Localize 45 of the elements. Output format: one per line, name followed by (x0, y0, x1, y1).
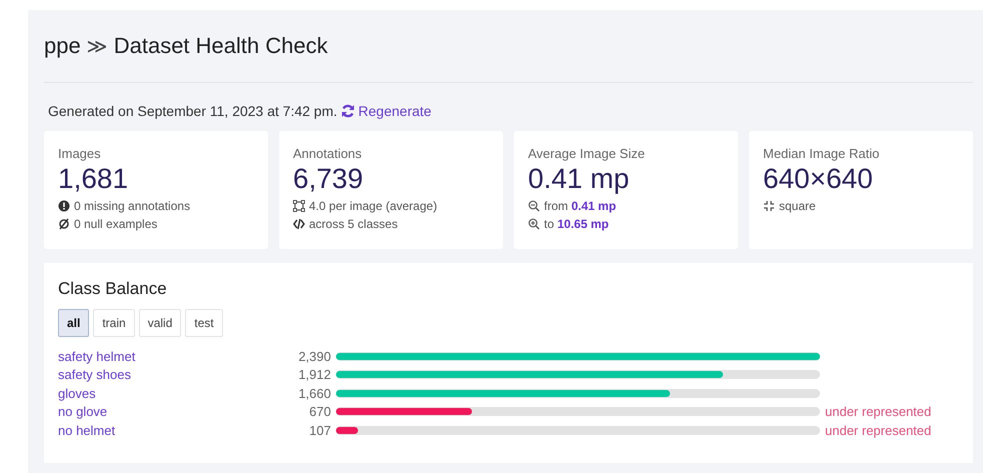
empty-set-icon (58, 218, 70, 230)
generated-text: Generated on September 11, 2023 at 7:42 pm. (48, 103, 338, 119)
stat-detail: 0 null examples (74, 216, 158, 233)
split-tab[interactable]: all (58, 309, 90, 337)
stat-label: Images (58, 146, 102, 161)
breadcrumb-separator: ≫ (86, 34, 108, 58)
class-count: 1,660 (297, 386, 331, 401)
split-tab[interactable]: train (93, 309, 135, 337)
refresh-icon (341, 104, 356, 118)
warning-text: under represented (825, 422, 932, 438)
zoom-out-icon (528, 200, 540, 212)
section-title: Class Balance (58, 279, 168, 299)
class-link[interactable]: gloves (58, 386, 288, 401)
stat-detail: 0 missing annotations (74, 198, 190, 215)
stat-detail: 4.0 per image (average) (309, 198, 438, 215)
class-count: 1,912 (297, 367, 331, 382)
stat-detail: across 5 classes (309, 216, 398, 233)
stat-detail: square (779, 198, 816, 215)
shrink-icon (763, 200, 775, 212)
split-tab[interactable]: test (185, 309, 223, 337)
class-link[interactable]: safety shoes (58, 367, 288, 382)
class-link[interactable]: no glove (58, 404, 288, 420)
stat-value: 6,739 (293, 163, 364, 195)
stat-label: Annotations (293, 146, 363, 161)
stat-value: 0.41 mp (528, 163, 630, 195)
page-title: Dataset Health Check (114, 33, 328, 59)
code-icon (293, 218, 305, 230)
class-link[interactable]: no helmet (58, 422, 288, 438)
regenerate-link[interactable]: Regenerate (341, 103, 432, 119)
class-count: 107 (308, 422, 331, 438)
split-tab[interactable]: valid (138, 309, 182, 337)
stat-detail: to 10.65 mp (544, 216, 609, 233)
class-link[interactable]: safety helmet (58, 348, 288, 364)
zoom-in-icon (528, 218, 540, 230)
class-count: 2,390 (297, 348, 331, 364)
stat-value: 1,681 (58, 163, 130, 195)
stat-label: Average Image Size (528, 146, 646, 161)
warning-text: under represented (825, 404, 932, 420)
stat-detail: from 0.41 mp (544, 198, 616, 215)
bounding-box-icon (293, 200, 305, 212)
alert-icon (58, 200, 70, 212)
project-link[interactable]: ppe (44, 33, 81, 59)
class-count: 670 (308, 404, 331, 420)
stat-label: Median Image Ratio (763, 146, 880, 161)
stat-value: 640×640 (763, 163, 874, 195)
